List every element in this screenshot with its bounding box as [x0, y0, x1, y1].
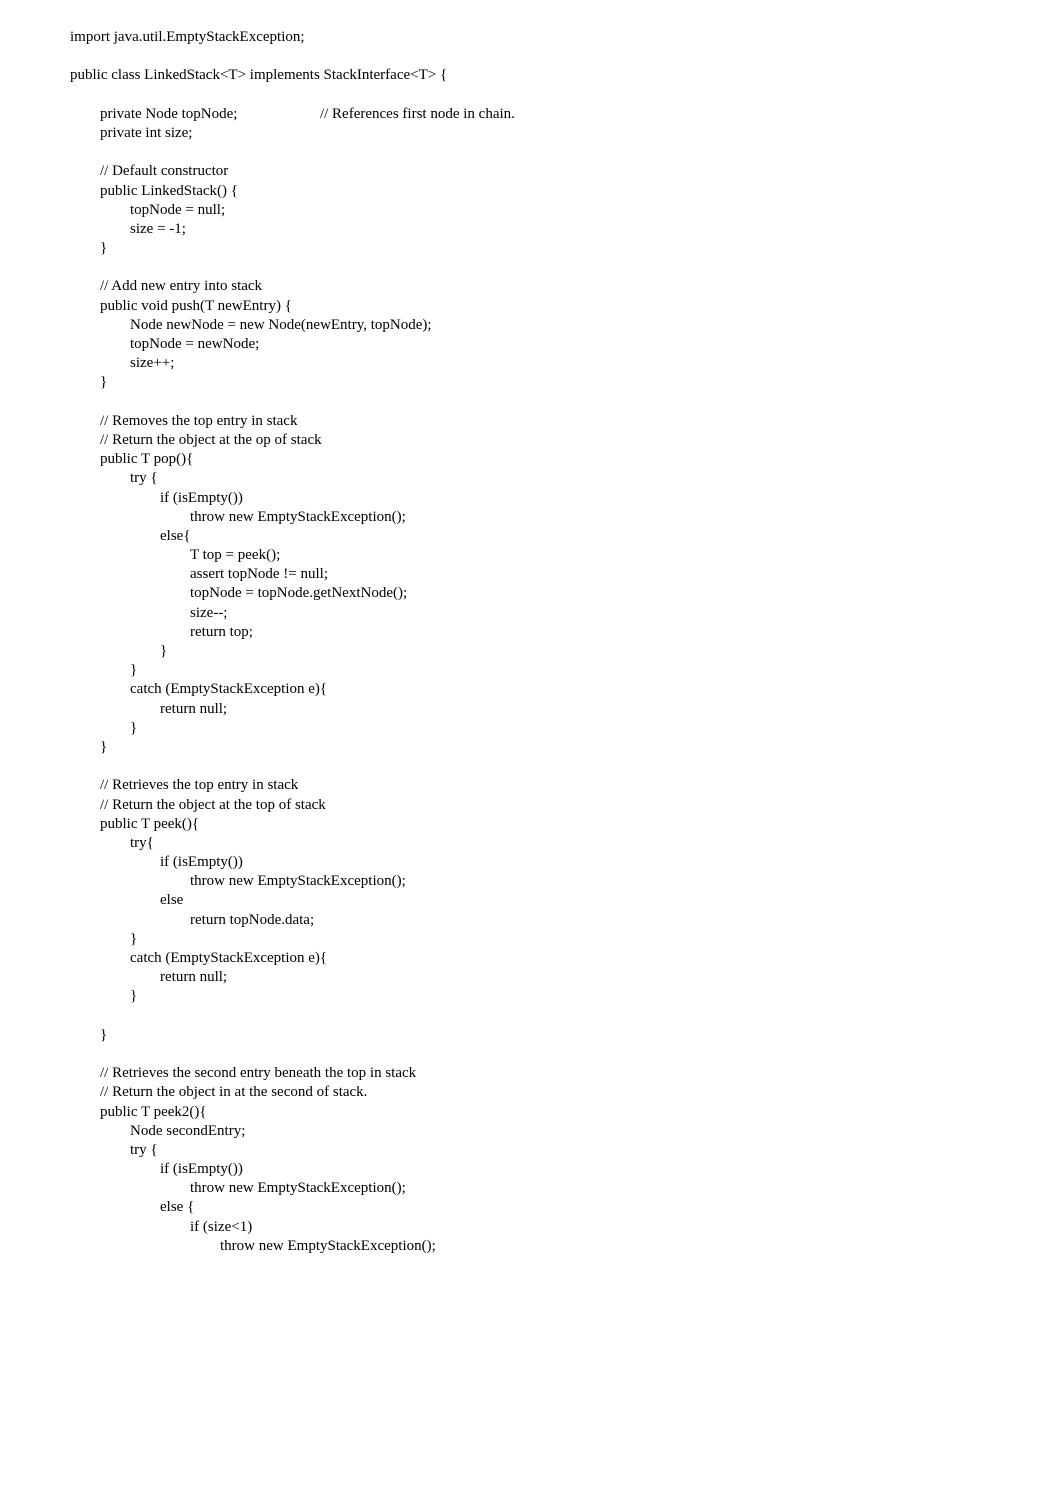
code-block: import java.util.EmptyStackException; pu…	[70, 28, 1042, 1256]
